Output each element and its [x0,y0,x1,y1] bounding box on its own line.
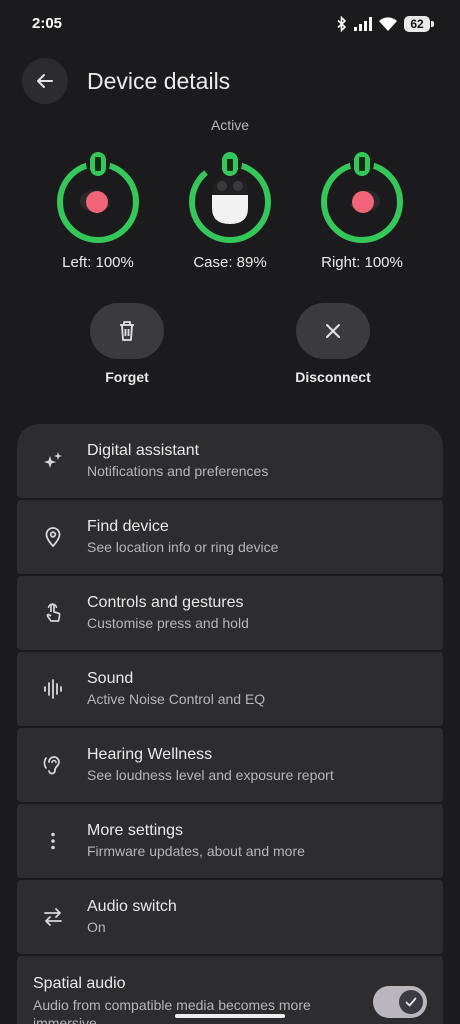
back-button[interactable] [22,58,68,104]
connection-status: Active [210,117,250,133]
left-earbud-label: Left: 100% [62,254,134,271]
settings-item-text: Audio switch On [87,898,177,935]
case-battery-ring [189,152,271,243]
settings-item-subtitle: Firmware updates, about and more [87,843,305,859]
settings-item-subtitle: Audio from compatible media becomes more… [33,997,311,1024]
settings-item-title: Sound [87,670,134,687]
settings-item-subtitle: Customise press and hold [87,615,249,631]
touch-gesture-icon [41,601,65,625]
settings-item-find-device[interactable]: Find device See location info or ring de… [17,500,443,574]
close-icon [326,324,340,338]
page-title: Device details [87,68,231,94]
charging-case: Case: 89% [170,152,290,271]
spatial-audio-toggle[interactable] [373,986,427,1018]
disconnect-label: Disconnect [295,369,371,385]
home-indicator[interactable] [175,1014,285,1018]
status-bar: 2:05 62 [0,0,460,52]
check-icon [405,997,417,1007]
status-icons: 62 [337,16,434,32]
location-pin-icon [41,525,65,549]
settings-item-title: Digital assistant [87,442,200,459]
bluetooth-icon [337,16,347,32]
settings-item-text: More settings Firmware updates, about an… [87,822,305,859]
settings-item-sound[interactable]: Sound Active Noise Control and EQ [17,652,443,726]
settings-item-more-settings[interactable]: More settings Firmware updates, about an… [17,804,443,878]
settings-item-hearing-wellness[interactable]: Hearing Wellness See loudness level and … [17,728,443,802]
forget-button-circle[interactable] [90,303,164,359]
settings-item-subtitle: See location info or ring device [87,539,279,555]
right-earbud: Right: 100% [302,152,422,271]
settings-item-text: Digital assistant Notifications and pref… [87,442,268,479]
disconnect-button-circle[interactable] [296,303,370,359]
sound-wave-icon [41,677,65,701]
settings-item-text: Sound Active Noise Control and EQ [87,670,265,707]
settings-item-controls-gestures[interactable]: Controls and gestures Customise press an… [17,576,443,650]
trash-icon [120,321,134,341]
settings-item-audio-switch[interactable]: Audio switch On [17,880,443,954]
left-earbud: Left: 100% [38,152,158,271]
battery-indicator: 62 [404,16,434,32]
case-label: Case: 89% [193,254,267,271]
swap-icon [41,905,65,929]
settings-item-text: Find device See location info or ring de… [87,518,278,555]
settings-item-title: More settings [87,822,184,839]
settings-item-title: Hearing Wellness [87,746,213,763]
settings-item-digital-assistant[interactable]: Digital assistant Notifications and pref… [17,424,443,498]
hearing-icon [41,753,65,777]
disconnect-button[interactable]: Disconnect [278,303,388,385]
settings-item-text: Hearing Wellness See loudness level and … [87,746,334,783]
settings-item-title: Spatial audio [33,975,126,992]
settings-item-title: Controls and gestures [87,594,244,611]
more-vertical-icon [41,829,65,853]
arrow-back-icon [37,74,53,88]
forget-button[interactable]: Forget [72,303,182,385]
toggle-knob [399,990,423,1014]
right-earbud-label: Right: 100% [321,254,403,271]
sparkle-icon [41,449,65,473]
left-earbud-battery-ring [57,152,139,243]
status-time: 2:05 [32,15,63,32]
settings-item-subtitle: Notifications and preferences [87,463,269,479]
settings-item-subtitle: See loudness level and exposure report [87,767,334,783]
settings-item-subtitle: On [87,919,106,935]
wifi-icon [379,17,397,31]
settings-item-title: Audio switch [87,898,177,915]
settings-list: Digital assistant Notifications and pref… [17,424,443,1024]
settings-item-text: Controls and gestures Customise press an… [87,594,249,631]
device-details-screen: 2:05 62 Device details Active Left: 100%… [0,0,460,1024]
signal-icon [354,17,372,31]
settings-item-title: Find device [87,518,169,535]
forget-label: Forget [105,369,149,385]
settings-item-subtitle: Active Noise Control and EQ [87,691,266,707]
right-earbud-battery-ring [321,152,403,243]
